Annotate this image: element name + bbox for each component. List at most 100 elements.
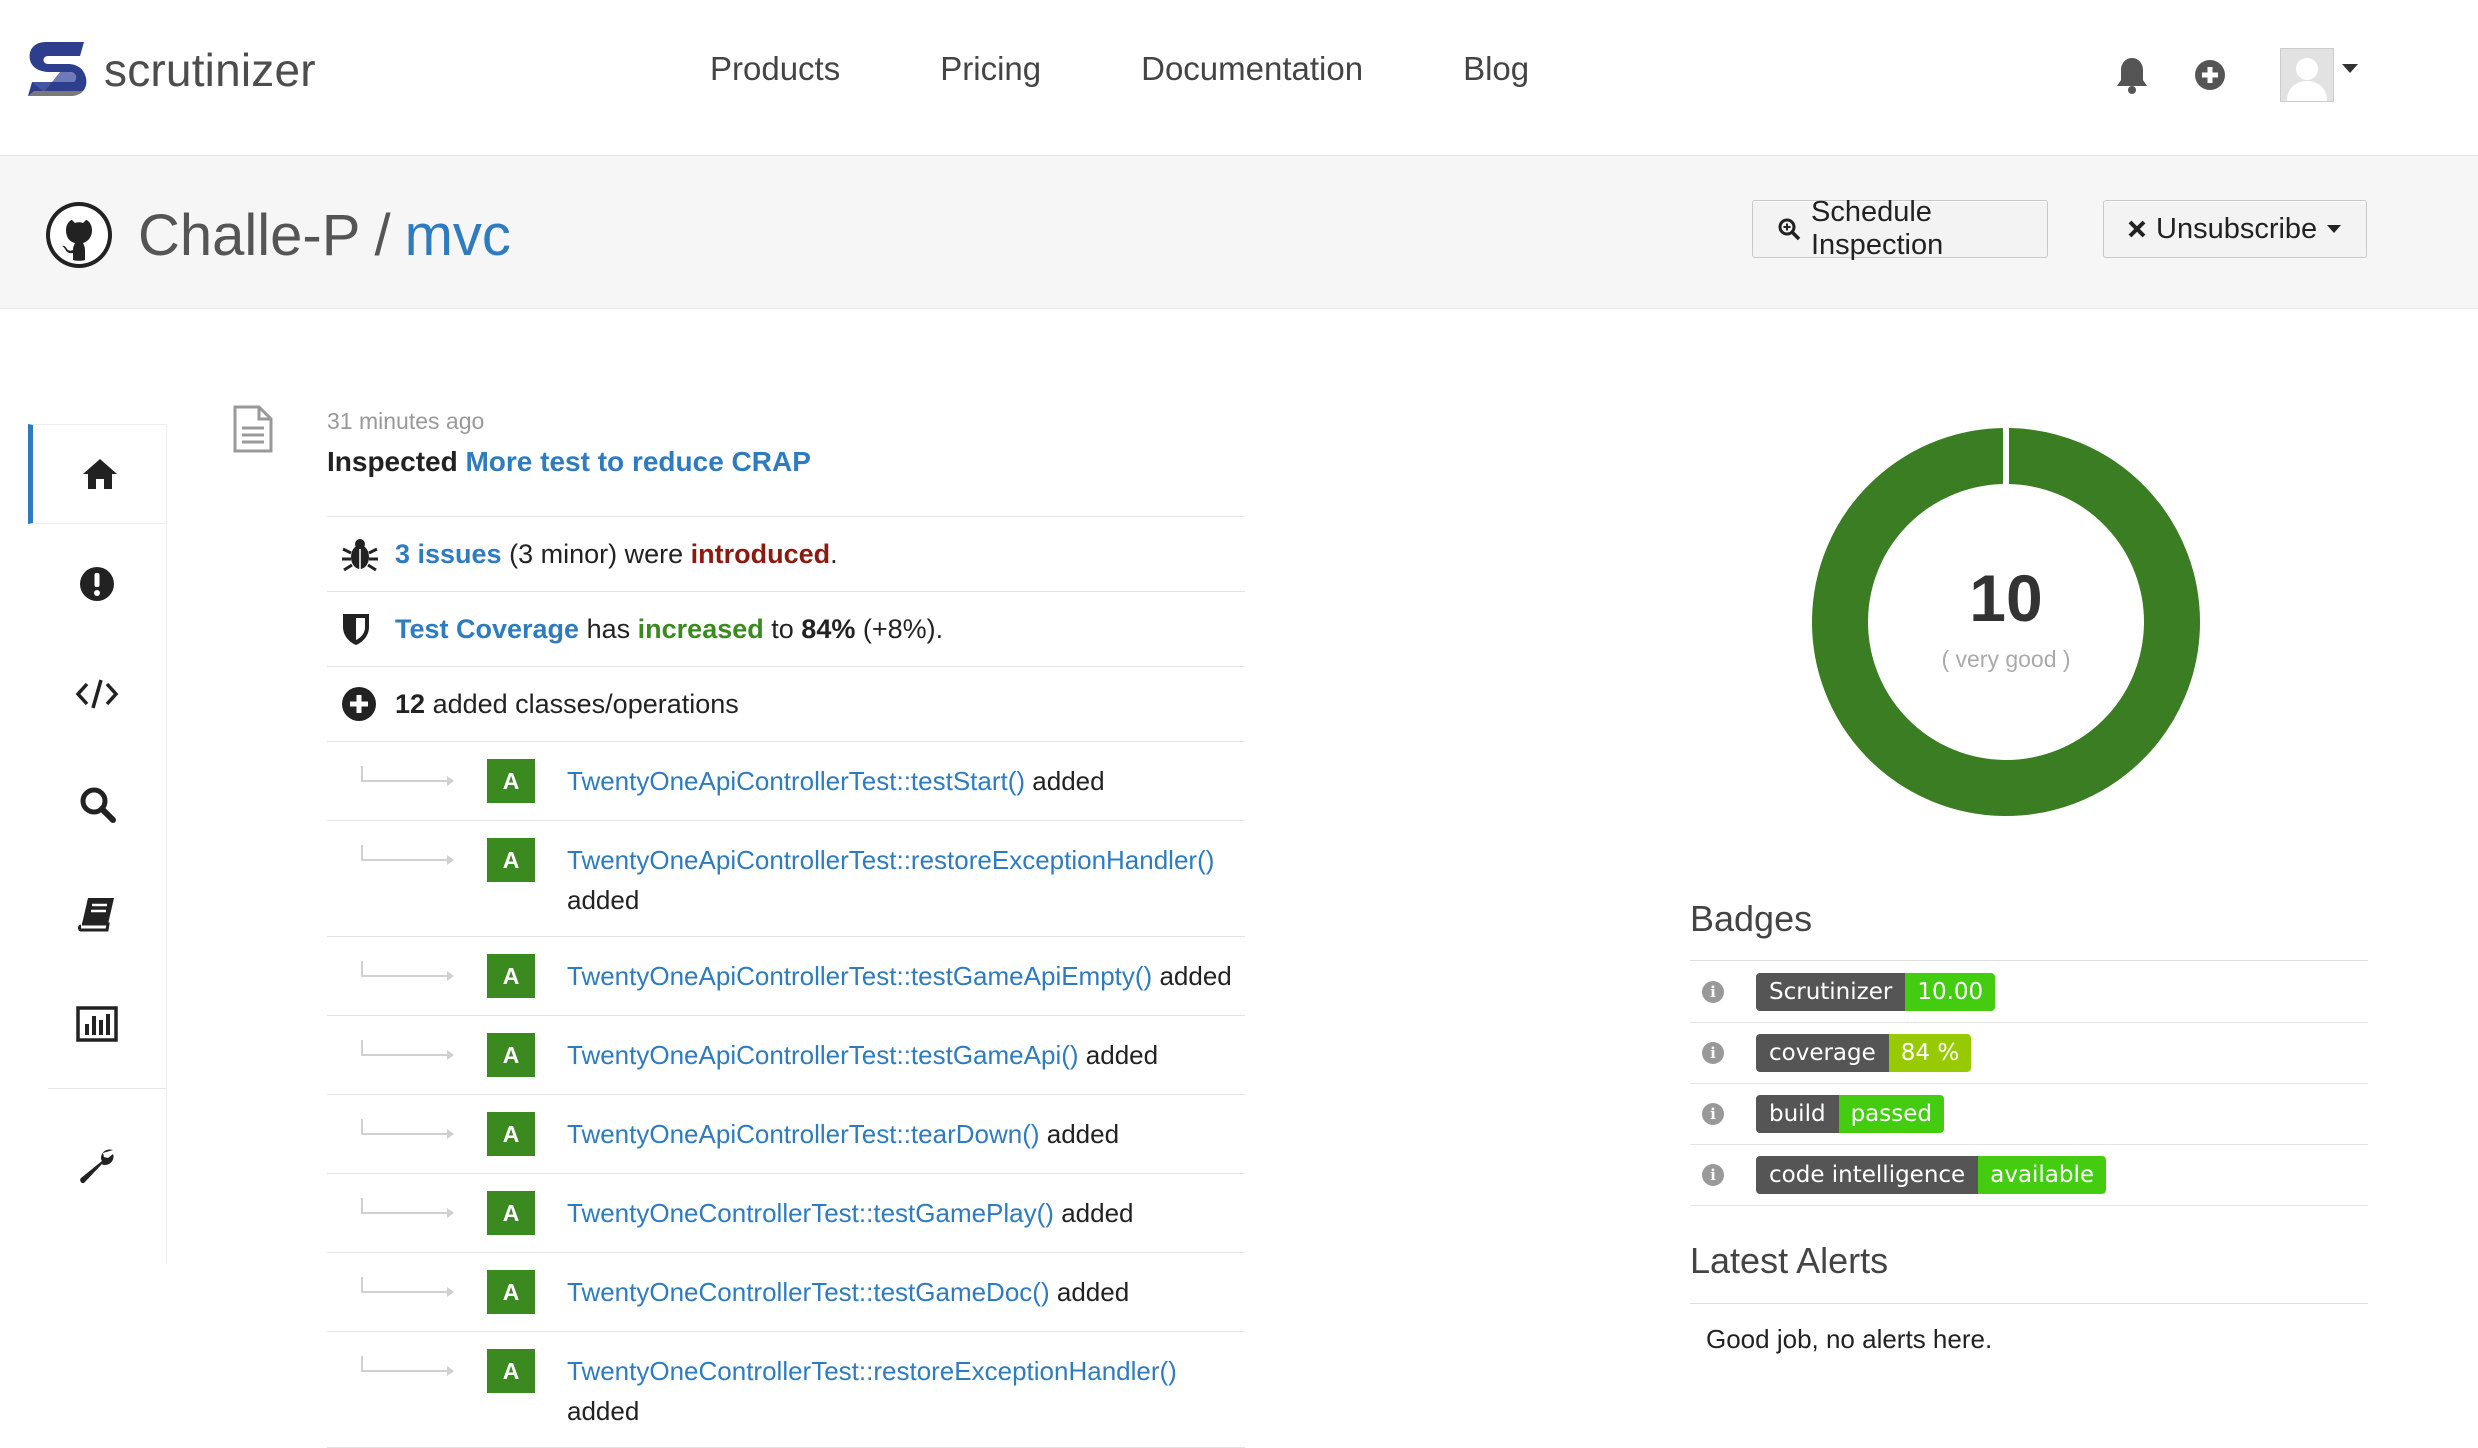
added-word: added <box>1056 1277 1130 1307</box>
shield-icon <box>343 614 369 645</box>
notifications-bell-icon[interactable] <box>2112 55 2152 95</box>
inspection-time: 31 minutes ago <box>327 408 485 434</box>
scrutinizer-logo-icon <box>28 42 87 96</box>
info-icon[interactable]: i <box>1702 1103 1724 1125</box>
added-word: added <box>1085 1040 1159 1070</box>
add-plus-circle-icon[interactable] <box>2190 55 2230 95</box>
info-icon[interactable]: i <box>1702 1164 1724 1186</box>
badges-title: Badges <box>1690 898 1813 939</box>
nav-pricing-link[interactable]: Pricing <box>940 50 1041 88</box>
arrow-connector-icon <box>327 937 487 1015</box>
sidebar-item-code[interactable] <box>28 644 166 744</box>
arrow-connector-icon <box>327 1016 487 1094</box>
added-badge: A <box>487 1270 535 1314</box>
badge-value: 84 % <box>1888 1034 1972 1072</box>
added-word: added <box>567 1396 640 1426</box>
sidebar-item-search[interactable] <box>28 754 166 854</box>
arrow-connector-icon <box>327 742 487 820</box>
badge-label: code intelligence <box>1756 1156 1979 1194</box>
arrow-connector-icon <box>327 1332 487 1410</box>
badge-value: 10.00 <box>1905 973 1996 1011</box>
arrow-connector-icon <box>327 1095 487 1173</box>
operation-link[interactable]: TwentyOneApiControllerTest::tearDown() <box>567 1119 1040 1149</box>
coverage-status: increased <box>637 613 764 644</box>
badge-row: i build passed <box>1690 1084 2368 1145</box>
coverage-summary-row: Test Coverage has increased to 84% (+8%)… <box>327 591 1245 666</box>
badge-row: i code intelligence available <box>1690 1145 2368 1206</box>
badge-row: i Scrutinizer 10.00 <box>1690 962 2368 1023</box>
added-count: 12 <box>395 688 426 719</box>
commit-message-link[interactable]: More test to reduce CRAP <box>465 446 810 477</box>
sidebar-item-documentation[interactable] <box>28 864 166 964</box>
quality-score-value: 10 <box>1969 561 2043 635</box>
unsubscribe-button[interactable]: Unsubscribe <box>2103 200 2367 258</box>
test-coverage-link[interactable]: Test Coverage <box>395 614 579 644</box>
issues-status: introduced <box>690 538 831 569</box>
document-icon <box>233 405 273 453</box>
issues-icon <box>80 567 114 601</box>
main-nav: Products Pricing Documentation Blog <box>710 50 1629 88</box>
coverage-delta: (+8%). <box>862 613 944 644</box>
list-item: A TwentyOneApiControllerTest::restoreExc… <box>327 820 1245 936</box>
schedule-inspection-button[interactable]: Schedule Inspection <box>1752 196 2048 261</box>
added-word: added <box>1061 1198 1134 1228</box>
scrutinizer-logo[interactable]: scrutinizer <box>24 32 316 108</box>
quality-score-label: ( very good ) <box>1941 646 2071 672</box>
scrutinizer-badge[interactable]: Scrutinizer 10.00 <box>1756 973 1996 1011</box>
badge-label: Scrutinizer <box>1756 973 1906 1011</box>
repo-title: Challe-P / mvc <box>44 200 511 270</box>
user-menu[interactable] <box>2280 48 2358 102</box>
list-item: A TwentyOneApiControllerTest::testGameAp… <box>327 936 1245 1015</box>
operation-link[interactable]: TwentyOneControllerTest::restoreExceptio… <box>567 1356 1177 1386</box>
close-icon <box>2128 220 2146 238</box>
build-badge[interactable]: build passed <box>1756 1095 1944 1133</box>
added-badge: A <box>487 1112 535 1156</box>
coverage-badge[interactable]: coverage 84 % <box>1756 1034 1972 1072</box>
added-badge: A <box>487 1349 535 1393</box>
operation-link[interactable]: TwentyOneControllerTest::testGamePlay() <box>567 1198 1054 1228</box>
sidebar-item-settings[interactable] <box>28 1116 166 1216</box>
added-word: added <box>567 885 640 915</box>
sidebar-item-home[interactable] <box>28 424 166 524</box>
nav-blog-link[interactable]: Blog <box>1463 50 1529 88</box>
issues-link[interactable]: 3 issues <box>395 539 502 569</box>
bug-icon <box>342 539 378 572</box>
operation-link[interactable]: TwentyOneApiControllerTest::testStart() <box>567 766 1025 796</box>
operation-link[interactable]: TwentyOneApiControllerTest::restoreExcep… <box>567 845 1214 875</box>
operation-link[interactable]: TwentyOneControllerTest::testGameDoc() <box>567 1277 1050 1307</box>
avatar <box>2280 48 2334 102</box>
coverage-to: to <box>771 613 794 644</box>
chart-icon <box>76 1006 118 1042</box>
unsubscribe-label: Unsubscribe <box>2156 212 2318 245</box>
top-navbar: scrutinizer Products Pricing Documentati… <box>0 0 2478 156</box>
added-word: added <box>1159 961 1232 991</box>
added-badge: A <box>487 954 535 998</box>
issues-summary-row: 3 issues (3 minor) were introduced. <box>327 516 1245 591</box>
latest-alerts-title: Latest Alerts <box>1690 1240 1889 1281</box>
added-badge: A <box>487 1033 535 1077</box>
nav-documentation-link[interactable]: Documentation <box>1141 50 1363 88</box>
info-icon[interactable]: i <box>1702 1042 1724 1064</box>
book-icon <box>78 898 114 932</box>
badge-row: i coverage 84 % <box>1690 1023 2368 1084</box>
nav-products-link[interactable]: Products <box>710 50 840 88</box>
issues-end: . <box>830 538 838 569</box>
sidebar-item-statistics[interactable] <box>28 974 166 1074</box>
coverage-mid: has <box>586 613 631 644</box>
info-icon[interactable]: i <box>1702 981 1724 1003</box>
brand-name: scrutinizer <box>104 44 316 96</box>
alerts-message: Good job, no alerts here. <box>1706 1324 1993 1354</box>
badges-rule <box>1690 960 2368 961</box>
operation-link[interactable]: TwentyOneApiControllerTest::testGameApiE… <box>567 961 1152 991</box>
code-icon <box>75 679 119 709</box>
badge-label: coverage <box>1756 1034 1889 1072</box>
chevron-down-icon <box>2327 225 2342 233</box>
repo-name-link[interactable]: mvc <box>405 202 511 269</box>
sidebar-item-issues[interactable] <box>28 534 166 634</box>
issues-detail: (3 minor) were <box>509 538 684 569</box>
repo-separator: / <box>374 202 391 268</box>
github-icon <box>46 202 112 268</box>
code-intelligence-badge[interactable]: code intelligence available <box>1756 1156 2107 1194</box>
operation-link[interactable]: TwentyOneApiControllerTest::testGameApi(… <box>567 1040 1079 1070</box>
repo-owner[interactable]: Challe-P <box>138 202 360 269</box>
